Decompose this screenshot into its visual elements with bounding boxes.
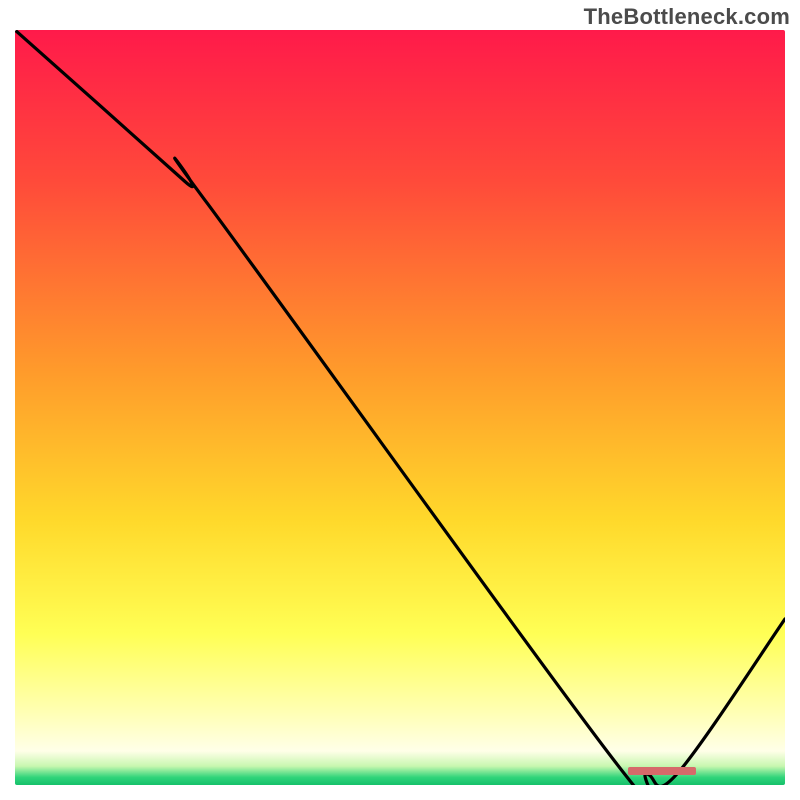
chart-svg	[15, 30, 785, 785]
optimal-range-marker	[628, 767, 696, 775]
chart-background	[15, 30, 785, 785]
watermark-text: TheBottleneck.com	[584, 4, 790, 30]
chart-plot-area	[15, 30, 785, 785]
